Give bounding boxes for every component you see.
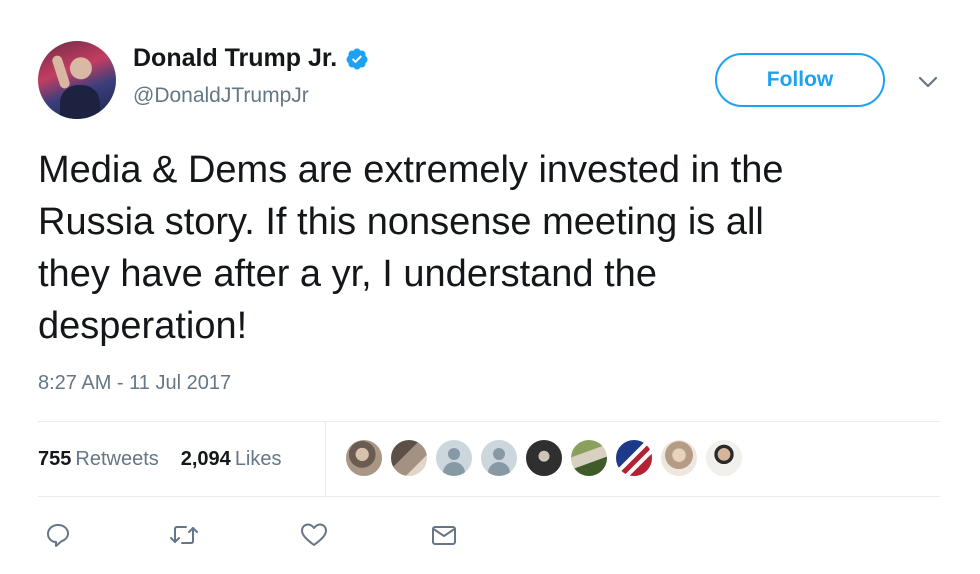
liker-avatar[interactable] (524, 438, 564, 478)
tweet-actions (38, 515, 464, 555)
verified-badge-icon (346, 48, 368, 69)
author-handle[interactable]: @DonaldJTrumpJr (133, 84, 309, 108)
like-button[interactable] (294, 515, 334, 555)
tweet-timestamp[interactable]: 8:27 AM - 11 Jul 2017 (38, 372, 231, 395)
tweet-stats: 755 Retweets 2,094 Likes (38, 422, 304, 496)
likes-count: 2,094 (180, 447, 231, 470)
likers-avatars (344, 438, 749, 478)
avatar-arm-shape (50, 54, 72, 90)
stats-separator (325, 422, 326, 496)
avatar-suit-shape (60, 85, 100, 119)
author-name-row: Donald Trump Jr. (133, 44, 369, 73)
retweet-button[interactable] (164, 515, 204, 555)
chevron-down-icon[interactable] (914, 68, 942, 96)
reply-button[interactable] (38, 515, 78, 555)
reply-icon (47, 524, 69, 547)
stats-bottom-divider (38, 496, 940, 497)
direct-message-button[interactable] (424, 515, 464, 555)
author-display-name[interactable]: Donald Trump Jr. (133, 44, 337, 73)
liker-avatar[interactable] (389, 438, 429, 478)
retweets-count: 755 (38, 447, 72, 470)
envelope-icon (432, 526, 456, 545)
retweet-icon (170, 526, 198, 544)
tweet-text: Media & Dems are extremely invested in t… (38, 149, 784, 347)
liker-avatar-default[interactable] (434, 438, 474, 478)
likes-stat[interactable]: 2,094 Likes (181, 448, 282, 471)
author-avatar[interactable] (38, 41, 116, 119)
heart-icon (301, 523, 327, 546)
retweets-label: Retweets (75, 447, 159, 470)
liker-avatar[interactable] (659, 438, 699, 478)
liker-avatar-default[interactable] (479, 438, 519, 478)
liker-avatar-flag[interactable] (614, 438, 654, 478)
liker-avatar[interactable] (569, 438, 609, 478)
retweets-stat[interactable]: 755 Retweets (38, 448, 159, 471)
liker-avatar[interactable] (344, 438, 384, 478)
likes-label: Likes (234, 447, 282, 470)
liker-avatar[interactable] (704, 438, 744, 478)
follow-button[interactable]: Follow (715, 53, 885, 107)
